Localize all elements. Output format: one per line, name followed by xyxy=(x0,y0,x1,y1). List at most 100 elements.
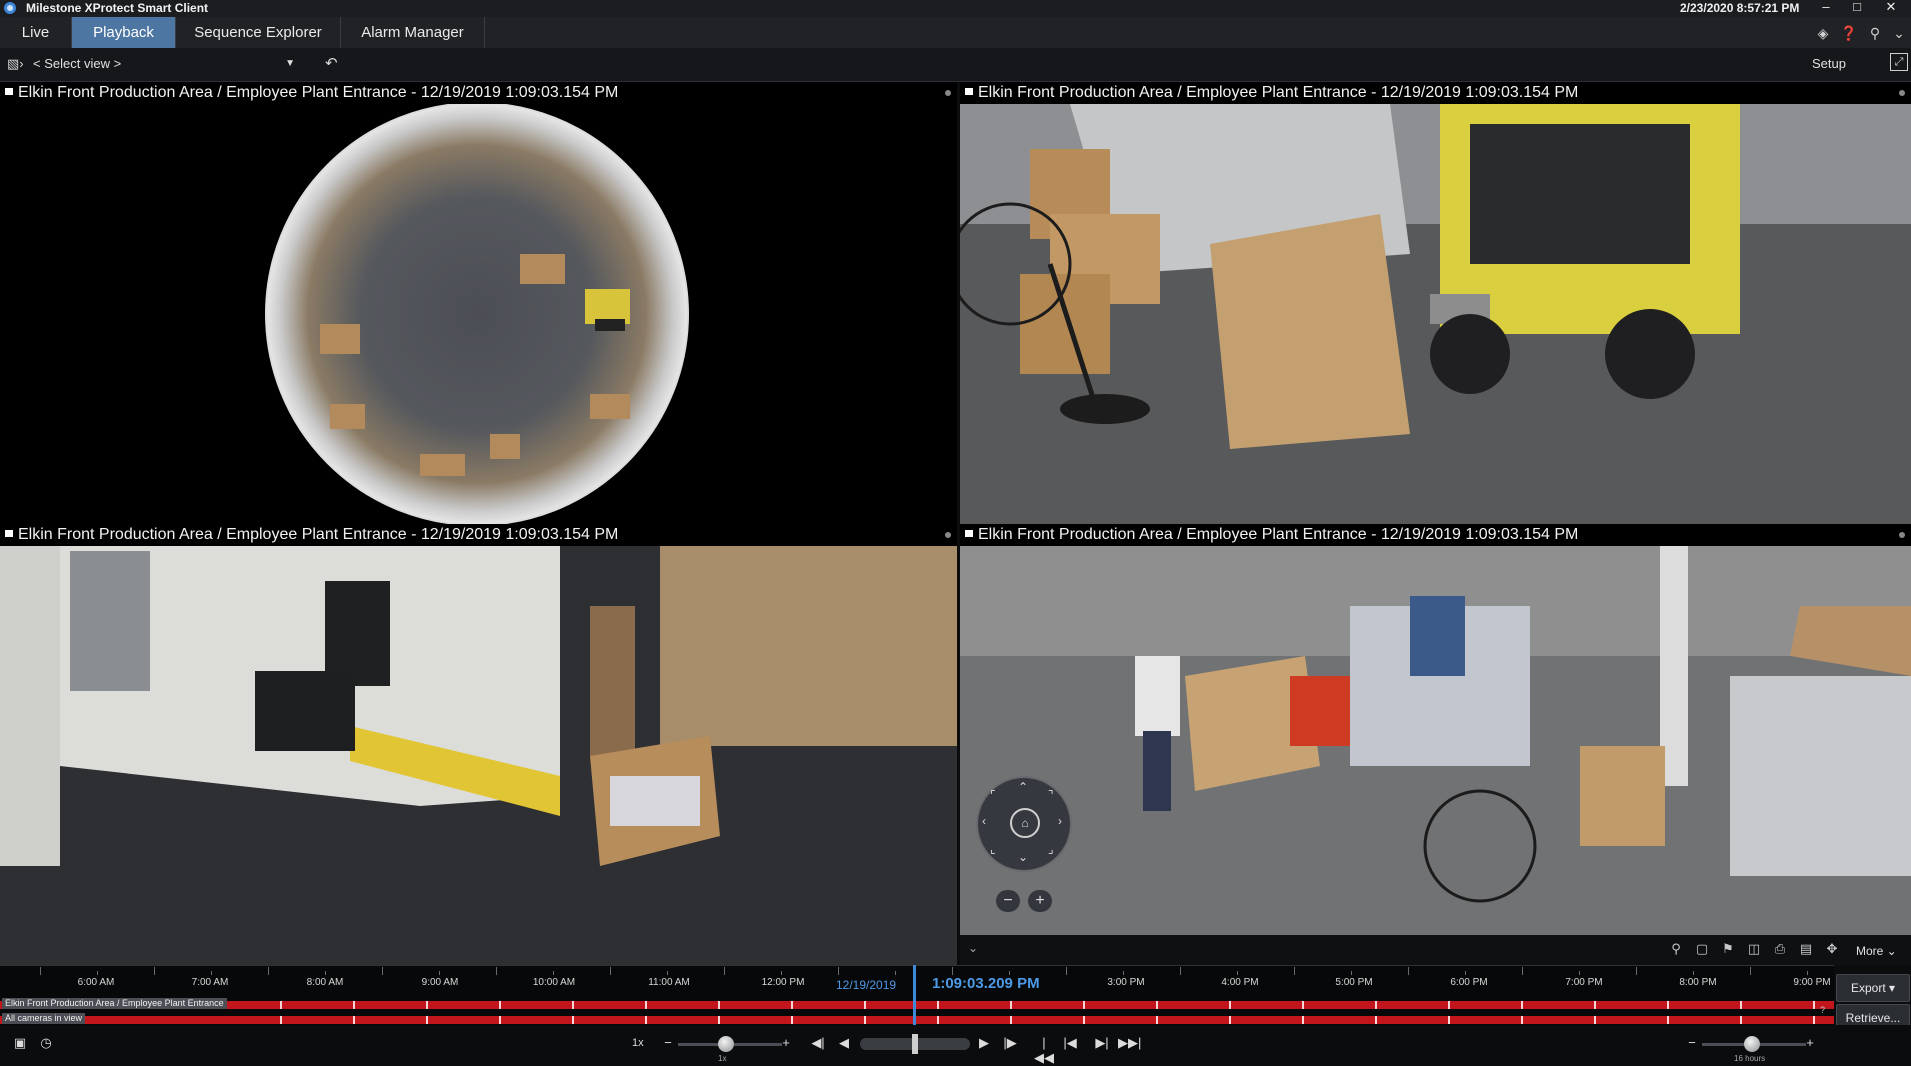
motion-event-mark xyxy=(1229,1016,1231,1024)
play-forward-icon[interactable]: ▶ xyxy=(974,1035,994,1051)
play-reverse-icon[interactable]: ◀ xyxy=(834,1035,854,1051)
timeline-tick xyxy=(1465,971,1466,975)
range-minus-icon[interactable]: − xyxy=(1682,1035,1702,1050)
print-icon[interactable]: ⎙ xyxy=(1771,941,1789,957)
clipboard-icon[interactable]: ▤ xyxy=(1797,941,1815,957)
tab-live[interactable]: Live xyxy=(0,17,72,48)
ptz-up-icon[interactable]: ⌃ xyxy=(1018,780,1028,794)
camera-recording-track[interactable] xyxy=(0,1001,1834,1009)
view-toolbar: ▧› < Select view > ▼ ↶ Setup ⤢ xyxy=(0,48,1911,82)
camera-title-bar: Elkin Front Production Area / Employee P… xyxy=(960,82,1911,104)
network-icon[interactable]: ◈ xyxy=(1812,22,1834,44)
motion-event-mark xyxy=(280,1016,282,1024)
timeline-tick xyxy=(1579,971,1580,975)
camera-title-bar: Elkin Front Production Area / Employee P… xyxy=(960,524,1911,546)
speed-minus-icon[interactable]: − xyxy=(658,1035,678,1050)
previous-icon[interactable]: |◀ xyxy=(1060,1035,1080,1051)
hour-label: 9:00 AM xyxy=(421,977,459,988)
hour-label: 11:00 AM xyxy=(648,977,690,988)
ptz-downleft-icon[interactable]: ⌞ xyxy=(990,842,996,856)
speed-plus-icon[interactable]: + xyxy=(776,1035,796,1050)
camera-tile-3[interactable]: Elkin Front Production Area / Employee P… xyxy=(0,524,957,965)
timeline-tick xyxy=(667,971,668,975)
maximize-icon[interactable]: □ xyxy=(1846,0,1868,16)
timeline-tick xyxy=(1294,967,1295,975)
fullscreen-icon[interactable]: ⤢ xyxy=(1890,53,1908,71)
timeline-tick xyxy=(496,967,497,975)
motion-event-mark xyxy=(1521,1001,1523,1009)
camera-title-bar: Elkin Front Production Area / Employee P… xyxy=(0,524,957,546)
tab-playback[interactable]: Playback xyxy=(72,17,176,48)
close-icon[interactable]: ✕ xyxy=(1880,0,1902,16)
collapse-chevron-icon[interactable]: ⌄ xyxy=(968,941,978,955)
motion-event-mark xyxy=(1010,1001,1012,1009)
search-icon[interactable]: ⚲ xyxy=(1667,941,1685,957)
ptz-upleft-icon[interactable]: ⌜ xyxy=(990,788,996,802)
ptz-upright-icon[interactable]: ⌝ xyxy=(1048,788,1054,802)
jog-slider-handle[interactable] xyxy=(912,1034,918,1054)
zoom-out-button[interactable]: − xyxy=(996,890,1020,912)
zoom-in-button[interactable]: + xyxy=(1028,890,1052,912)
motion-event-mark xyxy=(1302,1016,1304,1024)
pin-icon[interactable]: ⚲ xyxy=(1864,22,1886,44)
motion-event-mark xyxy=(280,1001,282,1009)
move-icon[interactable]: ✥ xyxy=(1823,941,1841,957)
motion-event-mark xyxy=(353,1001,355,1009)
more-button[interactable]: More ⌄ xyxy=(1856,944,1897,958)
ptz-control[interactable]: ⌃ ⌄ ‹ › ⌜ ⌝ ⌞ ⌟ ⌂ xyxy=(976,776,1072,872)
speed-label: 1x xyxy=(632,1037,644,1049)
timeline-tick xyxy=(610,967,611,975)
camera-tile-1[interactable]: Elkin Front Production Area / Employee P… xyxy=(0,82,957,524)
camera-icon[interactable]: ▢ xyxy=(1693,941,1711,957)
save-icon[interactable]: ◫ xyxy=(1745,941,1763,957)
range-plus-icon[interactable]: + xyxy=(1800,1035,1820,1050)
export-button[interactable]: Export ▾ xyxy=(1836,974,1910,1002)
toggle-pane-icon[interactable]: ▧› xyxy=(7,56,25,72)
next-frame-icon[interactable]: |▶ xyxy=(1000,1035,1020,1051)
ptz-right-icon[interactable]: › xyxy=(1058,814,1062,828)
previous-frame-icon[interactable]: ◀| xyxy=(808,1035,828,1051)
camera-tile-2[interactable]: Elkin Front Production Area / Employee P… xyxy=(960,82,1911,524)
timeline-tick xyxy=(154,967,155,975)
motion-event-mark xyxy=(1302,1001,1304,1009)
next-icon[interactable]: ▶| xyxy=(1092,1035,1112,1051)
timeline-tick xyxy=(382,967,383,975)
previous-sequence-icon[interactable]: |◀◀ xyxy=(1034,1035,1054,1066)
ptz-left-icon[interactable]: ‹ xyxy=(982,814,986,828)
motion-event-mark xyxy=(1375,1001,1377,1009)
time-cursor[interactable] xyxy=(913,965,916,1027)
ptz-home-icon[interactable]: ⌂ xyxy=(1010,808,1040,838)
help-icon[interactable]: ❓ xyxy=(1838,22,1860,44)
tab-sequence-explorer[interactable]: Sequence Explorer xyxy=(176,17,341,48)
chevron-down-icon[interactable]: ⌄ xyxy=(1888,22,1910,44)
screenshot-icon[interactable]: ▣ xyxy=(10,1035,30,1051)
clock-icon[interactable]: ◷ xyxy=(36,1035,56,1051)
motion-event-mark xyxy=(645,1016,647,1024)
speed-slider-knob[interactable] xyxy=(718,1036,734,1052)
timeline-tick xyxy=(1123,971,1124,975)
all-cameras-track-label: All cameras in view xyxy=(2,1013,86,1024)
system-datetime: 2/23/2020 8:57:21 PM xyxy=(1680,1,1800,15)
next-sequence-icon[interactable]: ▶▶| xyxy=(1118,1035,1141,1051)
motion-event-mark xyxy=(645,1001,647,1009)
timeline[interactable]: 12/19/2019 1:09:03.209 PM Elkin Front Pr… xyxy=(0,965,1834,1025)
camera-title: Elkin Front Production Area / Employee P… xyxy=(978,84,1579,101)
ptz-down-icon[interactable]: ⌄ xyxy=(1018,850,1028,864)
undo-view-icon[interactable]: ↶ xyxy=(325,54,338,72)
camera-tile-4[interactable]: Elkin Front Production Area / Employee P… xyxy=(960,524,1911,935)
motion-event-mark xyxy=(1667,1001,1669,1009)
hour-label: 8:00 AM xyxy=(306,977,344,988)
setup-button[interactable]: Setup xyxy=(1812,56,1846,71)
tab-alarm-manager[interactable]: Alarm Manager xyxy=(341,17,485,48)
timeline-tick xyxy=(1408,967,1409,975)
current-time: 1:09:03.209 PM xyxy=(932,975,1040,992)
minimize-icon[interactable]: – xyxy=(1815,0,1837,16)
ptz-downright-icon[interactable]: ⌟ xyxy=(1048,842,1054,856)
motion-event-mark xyxy=(1813,1016,1815,1024)
status-dot-icon xyxy=(1899,90,1905,96)
time-range-knob[interactable] xyxy=(1744,1036,1760,1052)
select-view-dropdown[interactable]: < Select view > ▼ xyxy=(33,54,295,74)
help-question-mark[interactable]: ? xyxy=(1820,1005,1825,1015)
all-cameras-track[interactable] xyxy=(0,1016,1834,1024)
bookmark-icon[interactable]: ⚑ xyxy=(1719,941,1737,957)
